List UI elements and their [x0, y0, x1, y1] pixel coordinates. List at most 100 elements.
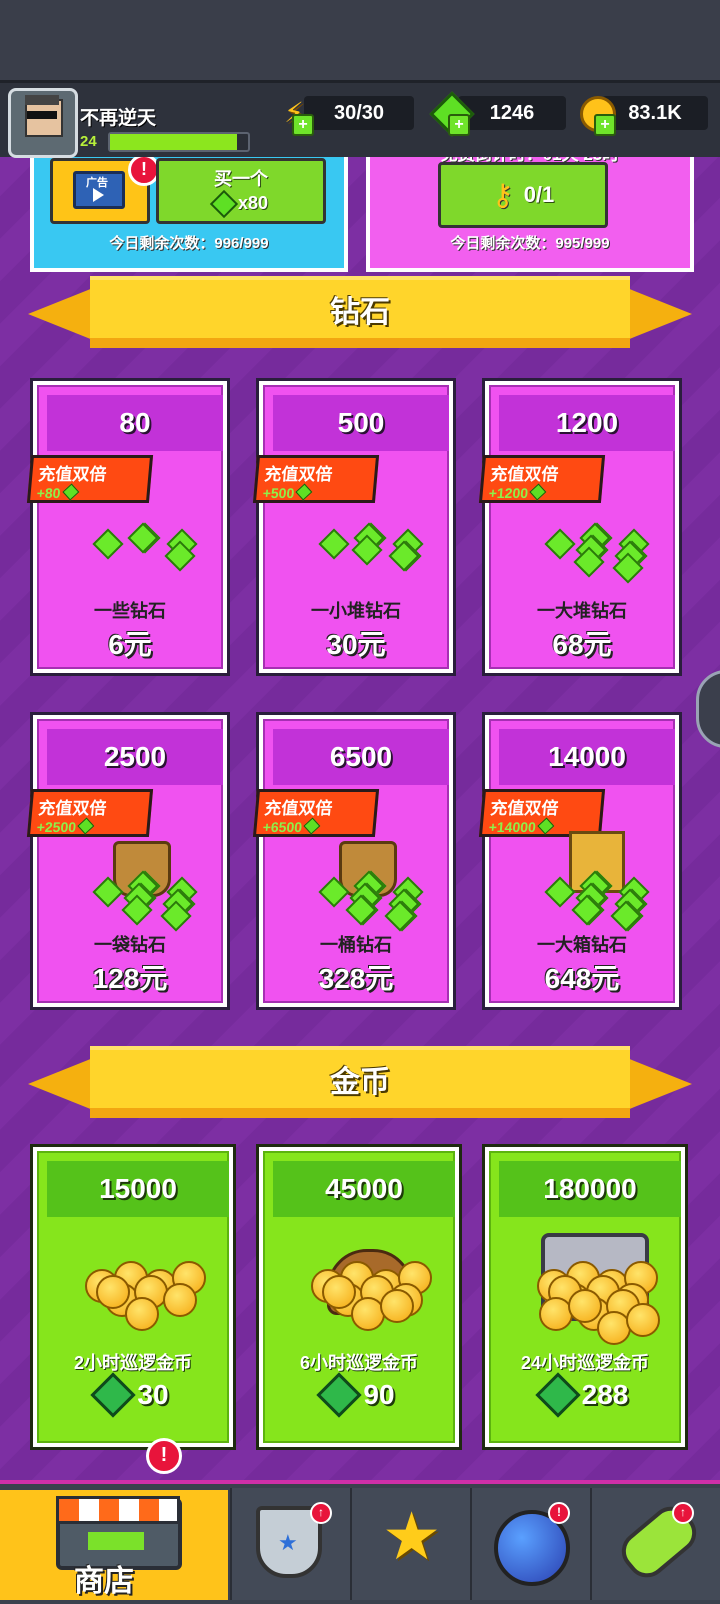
double-bonus-tag: 充值双倍 +2500 [26, 789, 154, 837]
coin-pack-name: 6小时巡逻金币 [299, 1353, 418, 1373]
double-bonus-value: +80 [36, 485, 62, 501]
diamond-pack-card[interactable]: 6500 充值双倍 +6500 一桶钻石 328元 [252, 712, 456, 1010]
double-bonus-value: +14000 [488, 819, 537, 835]
coin-pack-card[interactable]: 180000 24小时巡逻金币 288 [482, 1144, 688, 1450]
diamond-pack-name: 一袋钻石 [94, 935, 166, 955]
diamond-pack-amount: 500 [273, 395, 449, 451]
gem-icon [535, 1372, 581, 1418]
double-bonus-label: 充值双倍 [489, 465, 560, 484]
diamond-pack-price: 648元 [544, 963, 620, 994]
double-bonus-label: 充值双倍 [489, 799, 560, 818]
energy-counter[interactable]: 30/30 ⚡ + [282, 96, 416, 136]
diamond-pack-name: 一桶钻石 [320, 935, 392, 955]
gem-counter[interactable]: 1246 + [429, 91, 566, 137]
diamond-pack-card[interactable]: 14000 充值双倍 +14000 一大箱钻石 648元 [478, 712, 682, 1010]
gem-pile-small-icon [315, 505, 424, 585]
buy-one-button[interactable]: 买一个 x80 [156, 158, 326, 224]
gem-pile-big-icon [541, 505, 650, 585]
gem-icon [529, 483, 547, 501]
key-claim-button[interactable]: ⚷ 0/1 [438, 162, 608, 228]
video-icon: 广告 [73, 171, 125, 209]
player-level: 24 [80, 133, 97, 150]
double-bonus-tag: 充值双倍 +14000 [478, 789, 606, 837]
nav-tab-lab[interactable]: ↑ [590, 1488, 720, 1600]
coin-pack-cost-value: 288 [581, 1379, 629, 1410]
add-gems-button[interactable]: + [448, 114, 470, 136]
diamond-section-banner: 钻石 [0, 276, 720, 352]
star-swords-icon: ★ [382, 1499, 442, 1573]
player-name: 不再逆天 [80, 108, 157, 129]
diamond-pack-price: 30元 [326, 629, 386, 660]
add-coins-button[interactable]: + [594, 114, 616, 136]
double-bonus-tag: 充值双倍 +6500 [252, 789, 380, 837]
diamond-pack-price: 328元 [318, 963, 394, 994]
coin-pile-icon [79, 1229, 206, 1339]
key-remaining-count: 今日剩余次数：995/999 [450, 235, 610, 252]
coin-pack-amount: 45000 [273, 1161, 455, 1217]
gem-icon [537, 817, 555, 835]
key-icon: ⚷ [491, 178, 514, 212]
gem-box-icon [541, 831, 650, 932]
diamond-pack-price: 6元 [108, 629, 152, 660]
ad-offer-card: 广告 ! 买一个 x80 今日剩余次数：996/999 [30, 140, 348, 272]
diamond-pack-price: 68元 [552, 629, 612, 660]
gem-icon [77, 817, 95, 835]
double-bonus-tag: 充值双倍 +80 [26, 455, 154, 503]
nav-tab-shop[interactable]: 商店 ! [0, 1438, 228, 1600]
events-alert-badge: ! [548, 1502, 570, 1524]
coin-pack-cost-value: 30 [137, 1379, 169, 1410]
gem-icon [295, 483, 313, 501]
double-bonus-value: +500 [262, 485, 296, 501]
nav-shop-label: 商店 [74, 1565, 134, 1598]
coin-pack-cost: 90 [265, 1372, 453, 1418]
xp-bar-fill [110, 134, 237, 150]
gem-pile-small-icon [89, 505, 198, 585]
coin-pack-cost-value: 90 [363, 1379, 395, 1410]
double-bonus-label: 充值双倍 [37, 799, 108, 818]
xp-bar [108, 132, 250, 152]
diamond-pack-name: 一小堆钻石 [311, 601, 401, 621]
key-offer-card: 免费倒计时：01天 23时 ⚷ 0/1 今日剩余次数：995/999 [366, 140, 694, 272]
diamond-pack-name: 一些钻石 [94, 601, 166, 621]
coin-pack-amount: 15000 [47, 1161, 229, 1217]
diamond-pack-name: 一大箱钻石 [537, 935, 627, 955]
diamond-pack-card[interactable]: 2500 充值双倍 +2500 一袋钻石 128元 [26, 712, 230, 1010]
status-bar [0, 0, 720, 80]
diamond-pack-card[interactable]: 500 充值双倍 +500 一小堆钻石 30元 [252, 378, 456, 676]
diamond-pack-name: 一大堆钻石 [537, 601, 627, 621]
coin-pack-cost: 288 [491, 1372, 679, 1418]
double-bonus-label: 充值双倍 [37, 465, 108, 484]
coin-pack-card[interactable]: 45000 6小时巡逻金币 90 [256, 1144, 462, 1450]
gem-bag-icon [89, 841, 198, 932]
double-bonus-label: 充值双倍 [263, 799, 334, 818]
double-bonus-tag: 充值双倍 +1200 [478, 455, 606, 503]
coin-pack-name: 2小时巡逻金币 [73, 1353, 192, 1373]
coin-safe-icon [531, 1229, 660, 1345]
gem-icon [316, 1372, 363, 1418]
avatar[interactable] [8, 88, 78, 158]
add-energy-button[interactable]: + [292, 114, 314, 136]
diamond-pack-amount: 14000 [499, 729, 675, 785]
coin-counter[interactable]: 83.1K + [580, 96, 710, 136]
gem-icon [303, 817, 321, 835]
diamond-pack-amount: 2500 [47, 729, 223, 785]
coin-sack-icon [305, 1229, 432, 1339]
coin-section-title: 金币 [90, 1046, 630, 1118]
buy-one-label: 买一个 [214, 169, 268, 189]
diamond-pack-amount: 80 [47, 395, 223, 451]
nav-tab-battle[interactable]: ★ [350, 1488, 470, 1600]
nav-tab-rank[interactable]: ★ ↑ [230, 1488, 350, 1600]
diamond-pack-amount: 1200 [499, 395, 675, 451]
coin-pack-amount: 180000 [499, 1161, 681, 1217]
diamond-pack-card[interactable]: 80 充值双倍 +80 一些钻石 6元 [26, 378, 230, 676]
rank-upgrade-badge: ↑ [310, 1502, 332, 1524]
double-bonus-value: +1200 [488, 485, 529, 501]
gem-bucket-icon [315, 841, 424, 932]
double-bonus-tag: 充值双倍 +500 [252, 455, 380, 503]
coin-pack-card[interactable]: 15000 2小时巡逻金币 30 [30, 1144, 236, 1450]
coin-pack-name: 24小时巡逻金币 [520, 1353, 650, 1373]
energy-value: 30/30 [304, 96, 414, 130]
diamond-pack-card[interactable]: 1200 充值双倍 +1200 一大堆钻石 68元 [478, 378, 682, 676]
nav-tab-events[interactable]: ! [470, 1488, 590, 1600]
double-bonus-value: +2500 [36, 819, 77, 835]
